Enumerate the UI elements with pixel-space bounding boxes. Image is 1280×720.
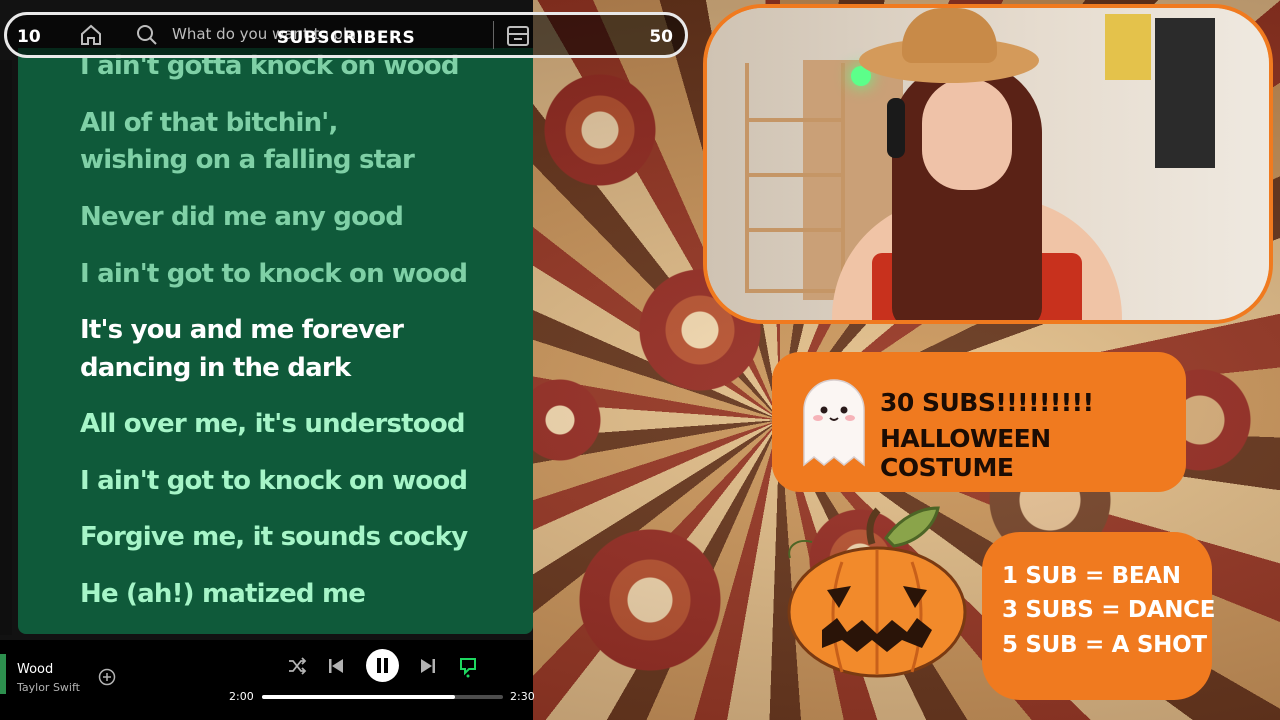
lyric-line[interactable]: All of that bitchin', xyxy=(80,104,338,142)
reward-item: 1 SUB = BEAN xyxy=(1002,563,1181,589)
lyric-line[interactable]: Forgive me, it sounds cocky xyxy=(80,518,468,556)
reward-item: 3 SUBS = DANCE xyxy=(1002,597,1216,623)
subscriber-goal-bar: 10 What do you want to play? SUBSCRIBERS… xyxy=(4,12,688,58)
subscribers-title: SUBSCRIBERS xyxy=(276,28,416,48)
halloween-goal-box: 30 SUBS!!!!!!!!! HALLOWEEN COSTUME xyxy=(772,352,1186,492)
reward-item: 5 SUB = A SHOT xyxy=(1002,632,1207,658)
lyric-line[interactable]: I ain't got to knock on wood xyxy=(80,255,468,293)
lyrics-mic-icon[interactable] xyxy=(458,656,478,678)
left-edge xyxy=(0,60,12,635)
previous-track-icon[interactable] xyxy=(326,656,346,676)
next-track-icon[interactable] xyxy=(418,656,438,676)
lyric-line[interactable]: He (ah!) matized me xyxy=(80,575,366,613)
webcam-frame xyxy=(703,4,1273,324)
progress-fill xyxy=(262,695,455,699)
wall-poster xyxy=(1155,18,1215,168)
shuffle-icon[interactable] xyxy=(287,656,307,676)
add-to-library-icon[interactable] xyxy=(98,668,116,686)
lyric-line[interactable]: All over me, it's understood xyxy=(80,405,466,443)
goal-end-count: 50 xyxy=(649,27,673,47)
pause-button[interactable] xyxy=(366,649,399,682)
goal-line-2: HALLOWEEN COSTUME xyxy=(880,424,1051,482)
song-title[interactable]: Wood xyxy=(17,662,53,677)
streamer-face xyxy=(922,78,1012,190)
lyric-line[interactable]: wishing on a falling star xyxy=(80,141,415,179)
artist-name[interactable]: Taylor Swift xyxy=(17,681,80,694)
headset xyxy=(887,98,905,158)
elapsed-time: 2:00 xyxy=(229,690,254,703)
progress-bar[interactable] xyxy=(262,695,503,699)
sub-rewards-box: 1 SUB = BEAN 3 SUBS = DANCE 5 SUB = A SH… xyxy=(982,532,1216,700)
bookshelf xyxy=(745,63,845,293)
album-art[interactable] xyxy=(0,654,6,694)
browse-icon[interactable] xyxy=(505,24,531,48)
lyric-line[interactable]: I ain't got to knock on wood xyxy=(80,462,468,500)
lyric-line-active[interactable]: dancing in the dark xyxy=(80,349,351,387)
now-playing-bar: Wood Taylor Swift 2:00 2:30 xyxy=(0,640,535,720)
pause-icon xyxy=(377,658,388,673)
lyric-line[interactable]: Never did me any good xyxy=(80,198,404,236)
lyrics-panel[interactable]: I ain't gotta knock on wood All of that … xyxy=(18,48,533,634)
spotify-window: I ain't gotta knock on wood All of that … xyxy=(0,0,535,720)
ghost-icon xyxy=(803,379,865,467)
wall-poster xyxy=(1105,14,1151,80)
goal-line-1: 30 SUBS!!!!!!!!! xyxy=(880,388,1094,417)
divider xyxy=(493,21,494,49)
pumpkin-icon xyxy=(787,506,967,678)
lyric-line-active[interactable]: It's you and me forever xyxy=(80,311,404,349)
total-time: 2:30 xyxy=(510,690,535,703)
